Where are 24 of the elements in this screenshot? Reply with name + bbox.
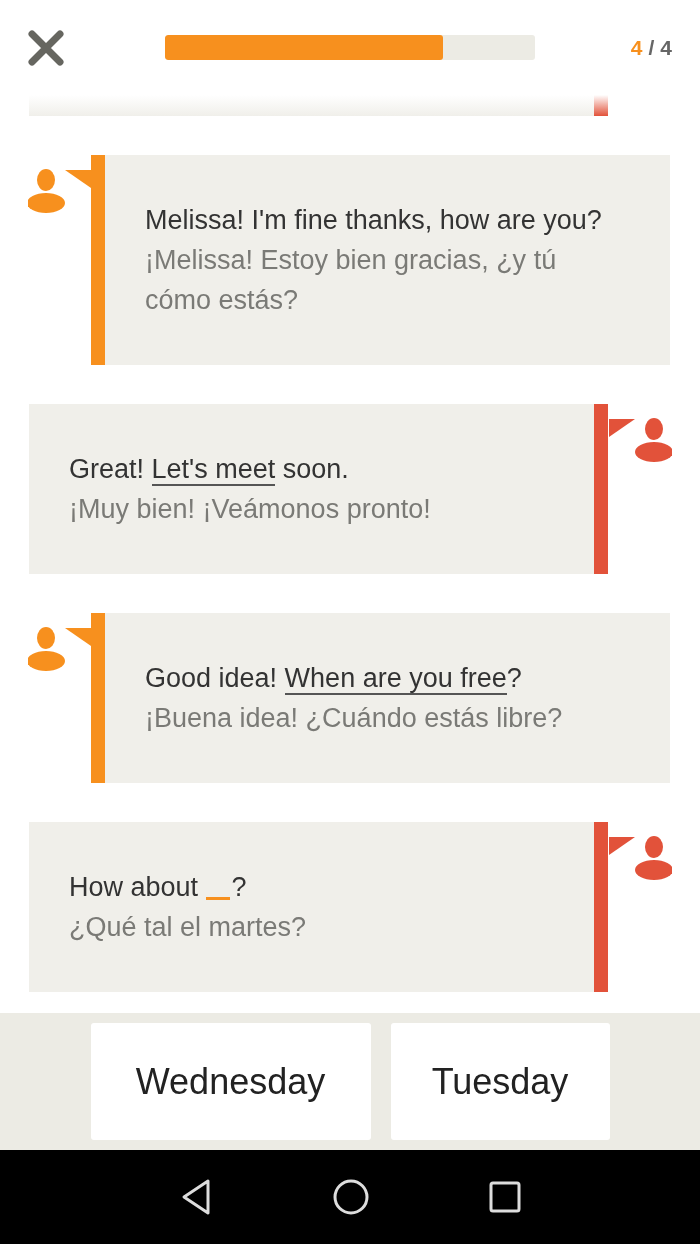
speaker-avatar-icon	[28, 166, 91, 214]
close-icon	[28, 29, 64, 66]
speaker-avatar-icon	[609, 415, 672, 463]
close-button[interactable]	[28, 29, 64, 66]
english-sentence: Great! Let's meet soon.	[69, 453, 350, 488]
speaker-bar	[594, 95, 608, 116]
english-sentence: How about ?	[69, 871, 248, 904]
total-count: 4	[660, 35, 672, 60]
english-sentence: Melissa! I'm fine thanks, how are you?	[145, 204, 603, 237]
spanish-translation: ¡Muy bien! ¡Veámonos pronto!	[69, 493, 432, 526]
count-separator: /	[648, 35, 655, 60]
speaker-avatar-icon	[28, 624, 91, 672]
phrase-link[interactable]: When are you free	[284, 663, 507, 695]
home-icon[interactable]	[332, 1178, 370, 1216]
speaker-avatar-icon	[609, 833, 672, 881]
answer-option[interactable]: Wednesday	[90, 1023, 371, 1140]
spanish-translation: ¿Qué tal el martes?	[69, 911, 308, 944]
spanish-translation: ¡Buena idea! ¿Cuándo estás libre?	[145, 702, 564, 735]
answer-option[interactable]: Tuesday	[390, 1023, 610, 1140]
english-sentence: Good idea! When are you free?	[145, 662, 523, 697]
current-count: 4	[630, 35, 643, 60]
phrase-link[interactable]: Let's meet	[151, 454, 276, 486]
recent-apps-icon[interactable]	[488, 1180, 522, 1214]
spanish-translation: ¡Melissa! Estoy bien gracias, ¿y tú cómo estás?	[145, 244, 558, 317]
